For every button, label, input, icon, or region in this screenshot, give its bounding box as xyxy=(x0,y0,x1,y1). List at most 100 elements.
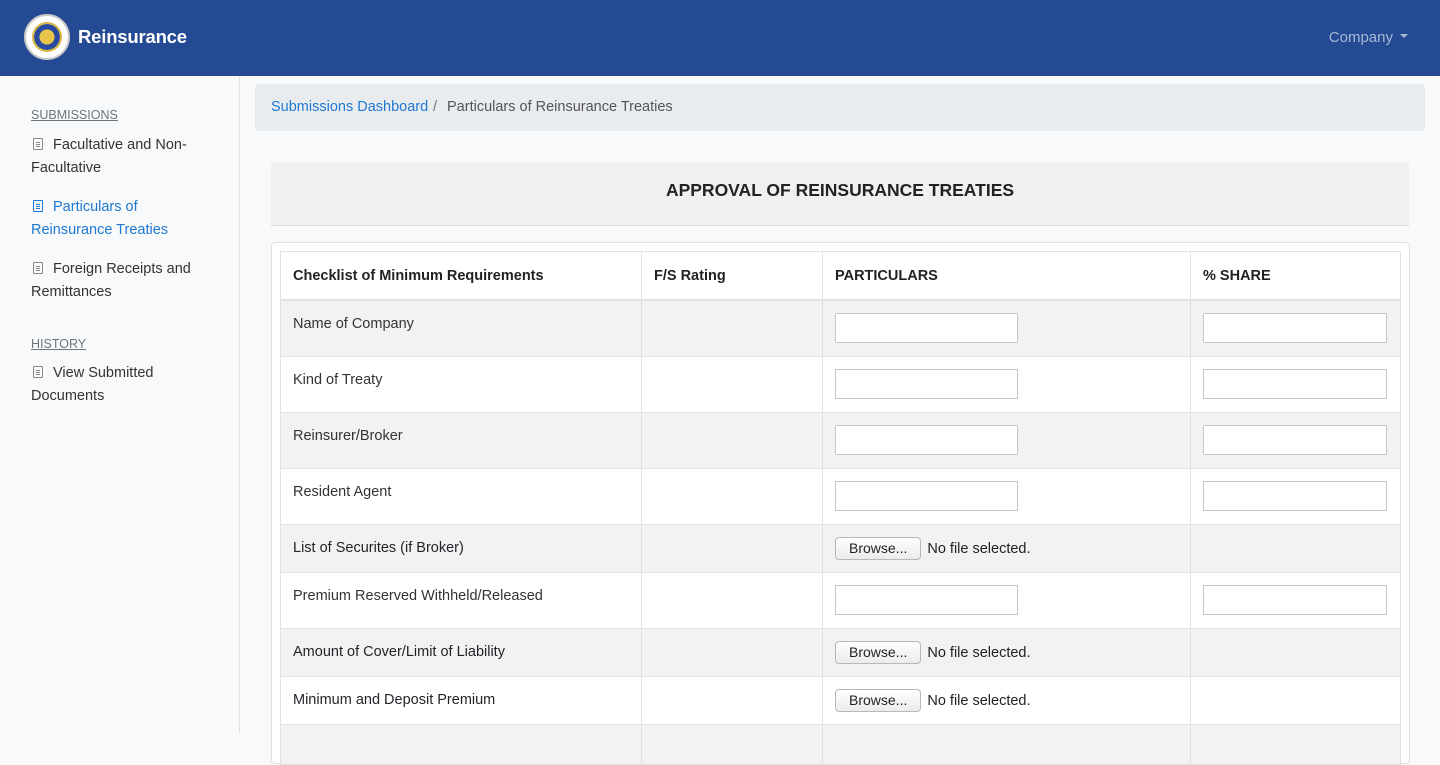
requirement-label: Kind of Treaty xyxy=(293,372,383,388)
browse-file-button[interactable]: Browse... xyxy=(835,688,922,712)
share-cell xyxy=(1190,571,1401,629)
fs-rating-cell xyxy=(641,523,823,573)
caret-down-icon xyxy=(1400,34,1408,39)
requirement-label: List of Securites (if Broker) xyxy=(293,540,464,556)
browse-file-button[interactable]: Browse... xyxy=(835,640,922,664)
top-navbar: Reinsurance Company xyxy=(0,0,1440,76)
sidebar-item-foreign-receipts[interactable]: Foreign Receipts and Remittances xyxy=(31,258,211,304)
particulars-cell: Browse... No file selected. xyxy=(822,675,1191,725)
fs-rating-cell xyxy=(641,571,823,629)
sidebar: SUBMISSIONS Facultative and Non-Facultat… xyxy=(0,76,240,733)
fs-rating-cell xyxy=(641,723,823,765)
fs-rating-cell xyxy=(641,627,823,677)
table-row: Reinsurer/Broker xyxy=(280,411,1401,469)
requirement-label: Amount of Cover/Limit of Liability xyxy=(293,644,505,660)
breadcrumb: Submissions Dashboard / Particulars of R… xyxy=(255,84,1425,131)
particulars-cell: Browse... No file selected. xyxy=(822,523,1191,573)
share-cell xyxy=(1190,675,1401,725)
browse-file-button[interactable]: Browse... xyxy=(835,536,922,560)
company-dropdown-label: Company xyxy=(1328,29,1393,46)
requirement-cell: Reinsurer/Broker xyxy=(280,411,642,469)
breadcrumb-link-dashboard[interactable]: Submissions Dashboard xyxy=(271,99,428,115)
sidebar-item-view-submitted[interactable]: View Submitted Documents xyxy=(31,362,211,408)
sidebar-item-label: View Submitted Documents xyxy=(31,365,154,404)
company-dropdown[interactable]: Company xyxy=(1329,29,1408,46)
file-status-text: No file selected. xyxy=(927,692,1031,709)
share-cell xyxy=(1190,523,1401,573)
fs-rating-cell xyxy=(641,411,823,469)
table-row: List of Securites (if Broker) Browse... N… xyxy=(280,523,1401,573)
fs-rating-cell xyxy=(641,355,823,413)
requirement-cell: Kind of Treaty xyxy=(280,355,642,413)
particulars-input[interactable] xyxy=(835,585,1018,615)
requirement-cell xyxy=(280,723,642,765)
form-header: APPROVAL OF REINSURANCE TREATIES xyxy=(271,163,1409,226)
particulars-input[interactable] xyxy=(835,313,1018,344)
share-input[interactable] xyxy=(1203,313,1387,344)
table-row: Kind of Treaty xyxy=(280,355,1401,413)
share-input[interactable] xyxy=(1203,369,1387,399)
share-cell xyxy=(1190,299,1401,357)
requirements-table: Checklist of Minimum Requirements F/S Ra… xyxy=(280,251,1401,765)
sidebar-item-facultative[interactable]: Facultative and Non-Facultative xyxy=(31,134,211,180)
sidebar-item-label: Facultative and Non-Facultative xyxy=(31,137,187,176)
share-input[interactable] xyxy=(1203,481,1387,511)
fs-rating-cell xyxy=(641,467,823,525)
sidebar-item-label: Foreign Receipts and Remittances xyxy=(31,261,191,300)
particulars-cell xyxy=(822,467,1191,525)
requirement-label: Name of Company xyxy=(293,316,414,333)
particulars-input[interactable] xyxy=(835,425,1018,455)
requirement-label: Resident Agent xyxy=(293,484,392,500)
document-icon xyxy=(33,262,43,274)
requirement-cell: Resident Agent xyxy=(280,467,642,525)
particulars-cell xyxy=(822,723,1191,765)
share-cell xyxy=(1190,723,1401,765)
requirement-cell: List of Securites (if Broker) xyxy=(280,523,642,573)
particulars-input[interactable] xyxy=(835,369,1018,399)
brand-title[interactable]: Reinsurance xyxy=(78,26,187,48)
share-cell xyxy=(1190,355,1401,413)
sidebar-heading-submissions: SUBMISSIONS xyxy=(31,108,118,122)
column-header-fs-rating: F/S Rating xyxy=(641,251,823,301)
particulars-input[interactable] xyxy=(835,481,1018,511)
breadcrumb-separator: / xyxy=(433,99,438,115)
table-row: Name of Company xyxy=(280,299,1401,357)
requirement-cell: Minimum and Deposit Premium xyxy=(280,675,642,725)
table-row xyxy=(280,723,1401,765)
table-row: Resident Agent xyxy=(280,467,1401,525)
requirement-label: Minimum and Deposit Premium xyxy=(293,692,496,708)
requirement-cell: Amount of Cover/Limit of Liability xyxy=(280,627,642,677)
share-input[interactable] xyxy=(1203,425,1387,455)
table-row: Amount of Cover/Limit of Liability Brows… xyxy=(280,627,1401,677)
column-header-particulars: PARTICULARS xyxy=(822,251,1191,301)
requirement-label: Reinsurer/Broker xyxy=(293,428,403,444)
particulars-cell xyxy=(822,411,1191,469)
file-status-text: No file selected. xyxy=(927,644,1031,661)
breadcrumb-current: Particulars of Reinsurance Treaties xyxy=(447,99,673,115)
agency-seal-logo[interactable] xyxy=(24,14,70,60)
file-status-text: No file selected. xyxy=(927,540,1031,557)
particulars-cell xyxy=(822,299,1191,357)
table-row: Premium Reserved Withheld/Released xyxy=(280,571,1401,629)
requirement-cell: Name of Company xyxy=(280,299,642,357)
share-cell xyxy=(1190,467,1401,525)
page-title: APPROVAL OF REINSURANCE TREATIES xyxy=(665,180,1015,200)
table-row: Minimum and Deposit Premium Browse... No … xyxy=(280,675,1401,725)
requirement-label: Premium Reserved Withheld/Released xyxy=(293,588,543,604)
particulars-cell xyxy=(822,571,1191,629)
sidebar-heading-history: HISTORY xyxy=(31,337,87,351)
document-icon xyxy=(33,366,43,378)
column-header-share: % SHARE xyxy=(1190,251,1401,301)
document-icon xyxy=(33,138,43,150)
column-header-checklist: Checklist of Minimum Requirements xyxy=(280,251,642,301)
requirement-cell: Premium Reserved Withheld/Released xyxy=(280,571,642,629)
sidebar-item-label: Particulars of Reinsurance Treaties xyxy=(31,199,169,238)
share-cell xyxy=(1190,411,1401,469)
particulars-cell xyxy=(822,355,1191,413)
fs-rating-cell xyxy=(641,675,823,725)
sidebar-item-particulars[interactable]: Particulars of Reinsurance Treaties xyxy=(31,196,211,242)
particulars-cell: Browse... No file selected. xyxy=(822,627,1191,677)
fs-rating-cell xyxy=(641,299,823,357)
document-icon xyxy=(33,200,43,212)
share-input[interactable] xyxy=(1203,585,1387,615)
